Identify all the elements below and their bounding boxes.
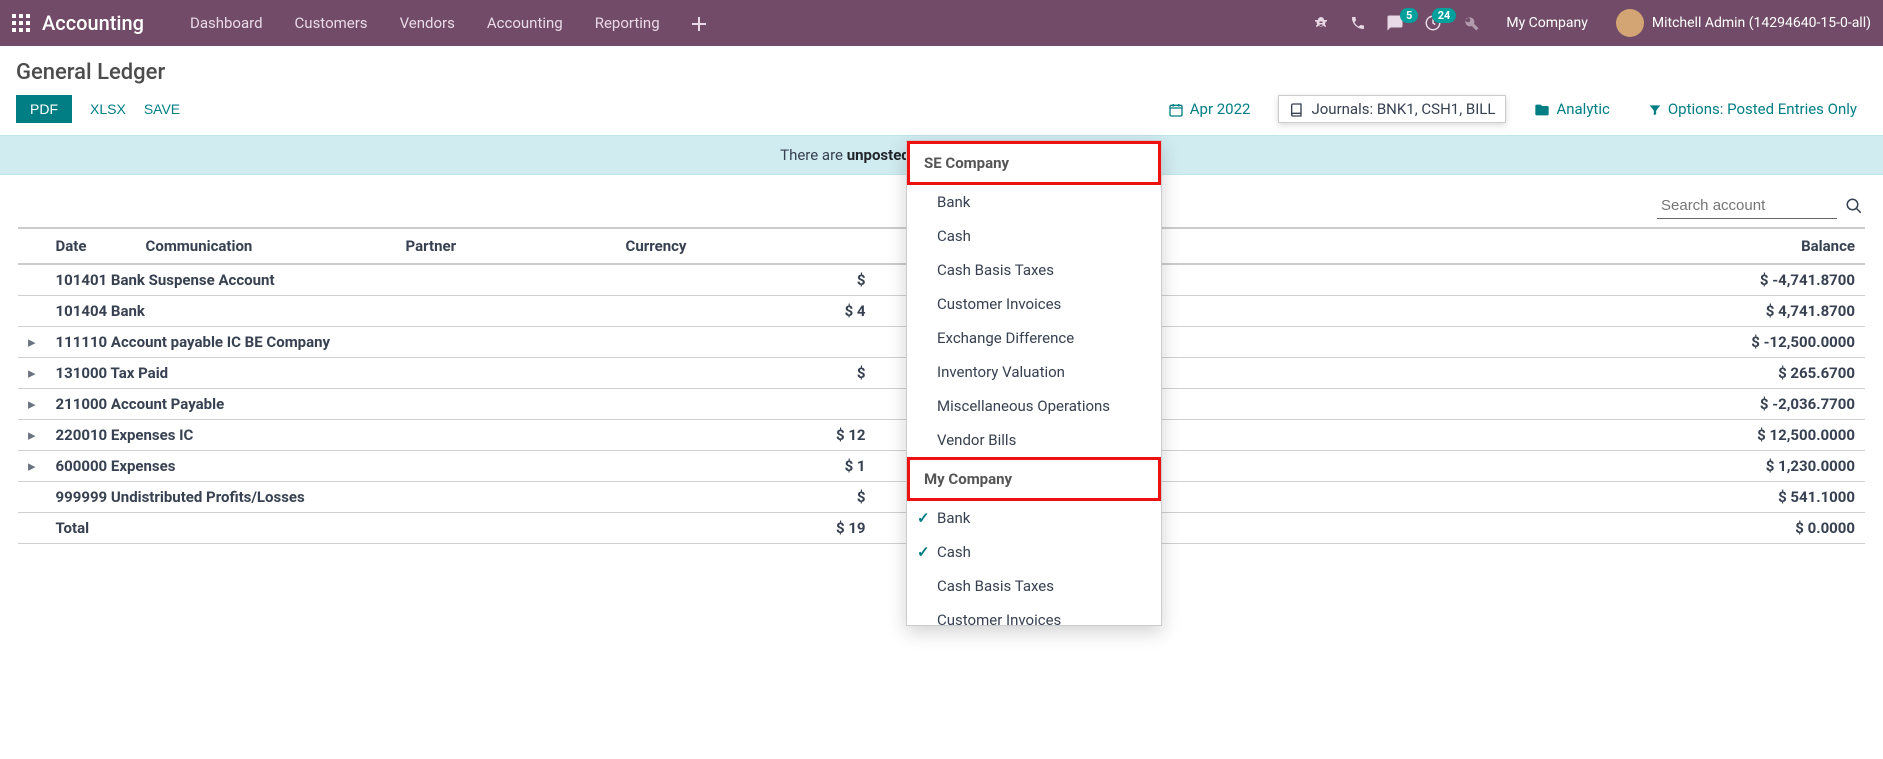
user-name: Mitchell Admin (14294640-15-0-all) xyxy=(1652,15,1871,31)
avatar xyxy=(1616,9,1644,37)
folder-icon xyxy=(1534,100,1550,118)
search-button[interactable] xyxy=(1845,193,1863,219)
account-name: 111110 Account payable IC BE Company xyxy=(46,327,616,358)
filter-analytic-label: Analytic xyxy=(1556,100,1609,118)
dropdown-item[interactable]: Bank xyxy=(907,185,1161,219)
dropdown-item[interactable]: Cash Basis Taxes xyxy=(907,569,1161,603)
expand-caret-icon[interactable]: ▸ xyxy=(18,451,46,482)
account-name: 211000 Account Payable xyxy=(46,389,616,420)
nav-add-icon[interactable] xyxy=(676,14,722,32)
expand-caret-icon[interactable]: ▸ xyxy=(18,327,46,358)
user-menu[interactable]: Mitchell Admin (14294640-15-0-all) xyxy=(1604,9,1871,37)
toolbar: PDF XLSX SAVE Apr 2022 Journals: BNK1, C… xyxy=(0,95,1883,135)
dropdown-item[interactable]: Cash xyxy=(907,535,1161,569)
debug-icon[interactable] xyxy=(1302,14,1340,32)
account-name: 131000 Tax Paid xyxy=(46,358,616,389)
nav-item-accounting[interactable]: Accounting xyxy=(471,14,579,32)
export-xlsx-button[interactable]: XLSX xyxy=(90,101,126,117)
currency-partial: $ 12 xyxy=(616,420,876,451)
currency-partial xyxy=(616,389,876,420)
currency-partial: $ xyxy=(616,358,876,389)
dropdown-item[interactable]: Exchange Difference xyxy=(907,321,1161,355)
nav-menu: DashboardCustomersVendorsAccountingRepor… xyxy=(174,14,676,32)
save-button[interactable]: SAVE xyxy=(144,101,180,117)
messages-icon[interactable]: 5 xyxy=(1376,14,1414,32)
filter-date-label: Apr 2022 xyxy=(1190,100,1251,118)
journals-dropdown[interactable]: SE CompanyBankCashCash Basis TaxesCustom… xyxy=(906,140,1162,626)
nav-item-reporting[interactable]: Reporting xyxy=(579,14,676,32)
filter-journals-label: Journals: BNK1, CSH1, BILL xyxy=(1311,100,1495,118)
search-input[interactable] xyxy=(1657,193,1837,219)
balance-cell: $ 12,500.0000 xyxy=(1156,420,1865,451)
dropdown-item[interactable]: Inventory Valuation xyxy=(907,355,1161,389)
col-currency: Currency xyxy=(616,228,876,264)
balance-cell: $ -4,741.8700 xyxy=(1156,264,1865,296)
balance-cell: $ 1,230.0000 xyxy=(1156,451,1865,482)
dropdown-item[interactable]: Vendor Bills xyxy=(907,423,1161,457)
banner-pre: There are xyxy=(780,146,847,164)
nav-item-dashboard[interactable]: Dashboard xyxy=(174,14,279,32)
expand-caret-icon[interactable]: ▸ xyxy=(18,420,46,451)
balance-cell: $ -2,036.7700 xyxy=(1156,389,1865,420)
col-balance: Balance xyxy=(1156,228,1865,264)
dropdown-group-header[interactable]: SE Company xyxy=(907,141,1161,185)
calendar-icon xyxy=(1168,100,1184,118)
dropdown-item[interactable]: Customer Invoices xyxy=(907,287,1161,321)
expand-caret-icon[interactable] xyxy=(18,264,46,296)
account-name: 999999 Undistributed Profits/Losses xyxy=(46,482,616,513)
dropdown-item[interactable]: Miscellaneous Operations xyxy=(907,389,1161,423)
filter-analytic[interactable]: Analytic xyxy=(1524,96,1619,122)
expand-caret-icon[interactable] xyxy=(18,296,46,327)
breadcrumb: General Ledger xyxy=(0,46,1883,95)
balance-cell: $ 265.6700 xyxy=(1156,358,1865,389)
filter-journals[interactable]: Journals: BNK1, CSH1, BILL xyxy=(1278,95,1506,123)
currency-partial: $ 1 xyxy=(616,451,876,482)
account-name: 101404 Bank xyxy=(46,296,616,327)
account-name: 101401 Bank Suspense Account xyxy=(46,264,616,296)
balance-cell: $ -12,500.0000 xyxy=(1156,327,1865,358)
expand-caret-icon[interactable] xyxy=(18,482,46,513)
currency-partial xyxy=(616,327,876,358)
nav-item-vendors[interactable]: Vendors xyxy=(384,14,471,32)
balance-cell: $ 541.1000 xyxy=(1156,482,1865,513)
col-partner: Partner xyxy=(396,228,616,264)
dropdown-group-header[interactable]: My Company xyxy=(907,457,1161,501)
currency-partial: $ 4 xyxy=(616,296,876,327)
book-icon xyxy=(1289,100,1305,118)
balance-cell: $ 4,741.8700 xyxy=(1156,296,1865,327)
expand-caret-icon[interactable]: ▸ xyxy=(18,358,46,389)
brand[interactable]: Accounting xyxy=(42,11,144,35)
activities-icon[interactable]: 24 xyxy=(1414,14,1452,32)
currency-partial: $ xyxy=(616,264,876,296)
dropdown-item[interactable]: Cash xyxy=(907,219,1161,253)
filter-options-label: Options: Posted Entries Only xyxy=(1668,100,1857,118)
filter-date[interactable]: Apr 2022 xyxy=(1158,96,1261,122)
tools-icon[interactable] xyxy=(1452,14,1490,32)
topnav: Accounting DashboardCustomersVendorsAcco… xyxy=(0,0,1883,46)
total-label: Total xyxy=(46,513,616,544)
dropdown-item[interactable]: Bank xyxy=(907,501,1161,535)
currency-partial: $ xyxy=(616,482,876,513)
apps-icon[interactable] xyxy=(12,14,30,32)
col-communication: Communication xyxy=(136,228,396,264)
phone-icon[interactable] xyxy=(1340,15,1376,31)
company-switcher[interactable]: My Company xyxy=(1490,15,1604,31)
dropdown-item[interactable]: Customer Invoices xyxy=(907,603,1161,626)
filter-icon xyxy=(1648,100,1662,118)
total-currency-partial: $ 19 xyxy=(616,513,876,544)
total-balance: $ 0.0000 xyxy=(1156,513,1865,544)
dropdown-item[interactable]: Cash Basis Taxes xyxy=(907,253,1161,287)
page-title: General Ledger xyxy=(16,60,1867,85)
expand-caret-icon[interactable]: ▸ xyxy=(18,389,46,420)
export-pdf-button[interactable]: PDF xyxy=(16,95,72,123)
nav-item-customers[interactable]: Customers xyxy=(279,14,384,32)
account-name: 220010 Expenses IC xyxy=(46,420,616,451)
account-name: 600000 Expenses xyxy=(46,451,616,482)
col-date: Date xyxy=(46,228,136,264)
filter-options[interactable]: Options: Posted Entries Only xyxy=(1638,96,1867,122)
